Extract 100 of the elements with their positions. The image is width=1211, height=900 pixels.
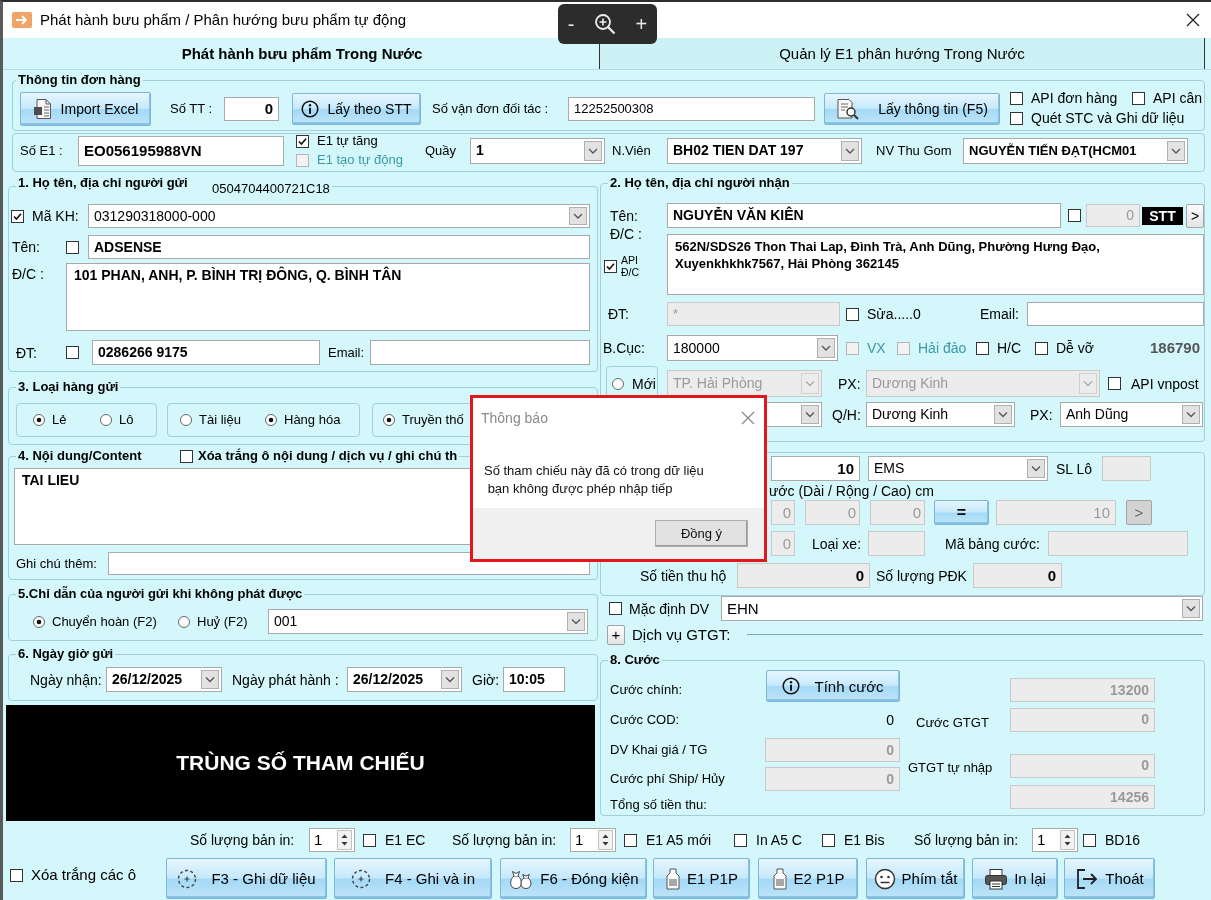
dropdown[interactable]: NGUYỄN TIẾN ĐẠT(HCM01 [963,137,1188,164]
checkbox[interactable]: E1 tự tăng [296,131,404,151]
next-button[interactable]: > [1186,203,1204,228]
chevron-down-icon [441,670,459,689]
text-field[interactable]: 10:05 [503,667,565,692]
reprint-button[interactable]: In lại [972,858,1058,899]
number-spinner[interactable]: 1 [309,828,355,852]
checkbox[interactable]: In A5 C [734,832,802,848]
text-field[interactable] [1027,302,1204,326]
text-field[interactable]: ADSENSE [88,235,590,259]
checkbox[interactable]: E1 Bis [822,832,885,848]
chevron-down-icon [567,612,585,631]
radio-button[interactable]: Mới [612,376,656,392]
exit-button[interactable]: Thoát [1064,858,1155,899]
e1-p1p-button[interactable]: E1 P1P [653,858,750,899]
text-field[interactable]: EO056195988VN [78,135,284,166]
field-label: Cước chính: [610,682,683,698]
checkbox[interactable]: Xóa trắng các ô [10,867,137,883]
chevron-down-icon [1027,459,1045,478]
radio-button[interactable]: Truyền thố [383,412,464,428]
text-field[interactable]: NGUYỄN VĂN KIÊN [667,203,1061,228]
date-picker[interactable]: 26/12/2025 [106,667,222,692]
dropdown[interactable]: BH02 TIEN DAT 197 [667,137,862,164]
dropdown[interactable]: 180000 [667,335,838,361]
checkbox[interactable]: API cân [1132,90,1203,106]
text-field[interactable]: 0 [737,563,870,588]
ok-button[interactable]: Đồng ý [655,520,748,547]
radio-button[interactable]: Chuyển hoàn (F2) [33,613,157,630]
checkbox[interactable] [1068,209,1081,222]
checkbox[interactable]: H/C [976,340,1022,356]
close-icon[interactable] [1186,13,1200,27]
dropdown[interactable]: 001 [268,609,588,634]
checkbox[interactable]: Xóa trắng ô nội dung / dịch vụ / ghi chú th [180,448,458,464]
shortcuts-button[interactable]: Phím tắt [866,858,965,899]
number-spinner[interactable]: 1 [570,828,616,852]
checkbox[interactable]: API Đ/C [604,254,645,278]
save-button[interactable]: F3 - Ghi dữ liệu [166,858,327,899]
field-label: Dịch vụ GTGT: [632,626,731,643]
checkbox[interactable]: API đơn hàng [1010,90,1118,106]
get-info-button[interactable]: Lấy thông tin (F5) [824,93,1000,125]
pack-button[interactable]: F6 - Đóng kiện [500,858,647,899]
field-label: Mã bảng cước: [945,535,1040,552]
dropdown[interactable]: 031290318000-000 [88,204,590,228]
dropdown[interactable]: EMS [868,456,1048,481]
checkbox[interactable] [66,346,79,359]
section-title: 6. Ngày giờ gửi [18,646,114,662]
save-print-button[interactable]: F4 - Ghi và in [334,858,492,899]
postcode-number: 186790 [1150,340,1201,356]
checkbox[interactable]: Mã KH: [11,208,79,224]
checkbox[interactable]: API vnpost [1108,375,1199,392]
text-field[interactable]: 0286266 9175 [92,340,320,365]
field-label: Giờ: [472,671,500,688]
document-search-icon [836,98,861,120]
tab[interactable]: Quản lý E1 phân hướng Trong Nước [600,38,1205,69]
calculate-button[interactable]: Tính cước [766,670,900,702]
checkbox[interactable]: BD16 [1083,832,1141,848]
stt-tag: STT [1142,206,1183,225]
zoom-in-button[interactable]: + [635,16,648,32]
dropdown[interactable]: Anh Dũng [1060,402,1203,427]
e2-p1p-button[interactable]: E2 P1P [758,858,858,899]
get-by-stt-button[interactable]: Lấy theo STT [292,93,421,125]
import-excel-button[interactable]: Import Excel [20,92,151,126]
checkbox[interactable] [66,240,79,254]
text-field[interactable]: 0 [224,97,279,121]
text-area[interactable]: 562N/SDS26 Thon Thai Lap, Đình Trà, Anh Dũng, Phường Hưng Đạo, Xuyenkhkhk7567, Hải Phòng 362145 [667,233,1204,295]
zoom-icon[interactable] [594,13,616,35]
expand-button[interactable]: + [607,624,625,645]
chevron-down-icon [584,140,602,161]
text-field[interactable]: 0 [973,563,1062,588]
zoom-out-button[interactable]: - [567,16,575,32]
dropdown[interactable]: Dương Kinh [866,402,1015,427]
checkbox[interactable]: E1 A5 mới [624,832,712,848]
checkbox[interactable]: Mặc định DV [609,600,710,617]
field-label: Số vận đơn đối tác : [432,101,549,117]
number-spinner[interactable]: 1 [1032,828,1078,852]
text-field[interactable]: 10 [771,456,860,481]
dropdown[interactable]: 1 [470,137,605,164]
field-label: B.Cục: [603,340,645,356]
section-title: 4. Nội dung/Content [18,448,142,463]
dropdown[interactable]: EHN [721,596,1203,621]
exit-icon [1075,867,1100,890]
text-field[interactable]: 12252500308 [568,97,815,121]
text-area[interactable]: 101 PHAN, ANH, P. BÌNH TRỊ ĐÔNG, Q. BÌNH TÂN [66,263,590,331]
equals-button[interactable]: = [934,500,989,525]
date-picker[interactable]: 26/12/2025 [347,667,462,692]
radio-button[interactable]: Huỷ (F2) [178,613,248,630]
radio-button[interactable]: Tài liệu [180,412,241,428]
radio-button[interactable]: Hàng hóa [265,412,341,428]
field-label: PX: [838,375,861,392]
field-label: N.Viên [612,142,651,159]
checkbox[interactable]: Quét STC và Ghi dữ liệu [1010,110,1185,126]
chevron-down-icon [801,405,819,424]
radio-button[interactable]: Lô [100,412,134,428]
chevron-down-icon [1182,405,1200,424]
checkbox[interactable]: E1 EC [363,832,426,848]
checkbox[interactable]: Dễ vỡ [1035,340,1094,356]
text-field[interactable] [370,340,590,365]
dashed-circle-icon [351,868,371,889]
checkbox[interactable]: Sửa.....0 [846,306,921,322]
radio-button[interactable]: Lẻ [33,412,67,428]
